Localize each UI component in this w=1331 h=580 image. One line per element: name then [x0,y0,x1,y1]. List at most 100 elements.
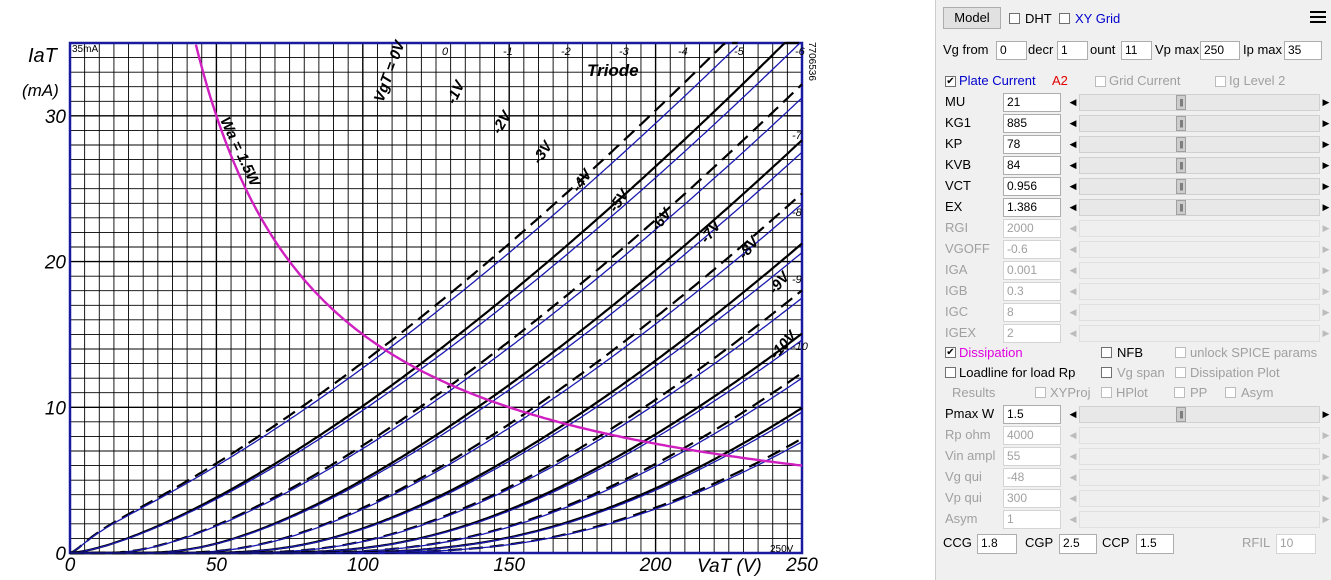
slider-thumb[interactable]: ||| [1176,158,1187,173]
slider-right-arrow-icon[interactable]: ▶ [1320,427,1331,444]
slider-thumb[interactable]: ||| [1176,116,1187,131]
param-slider[interactable]: ◀ ▶ ||| [1067,406,1331,423]
slider-track[interactable] [1079,511,1320,528]
param-slider[interactable]: ◀ ▶ ||| [1067,157,1331,174]
param-input[interactable]: 885 [1003,114,1061,133]
slider-track[interactable] [1079,136,1320,153]
hamburger-menu-icon[interactable] [1310,11,1326,25]
slider-track[interactable] [1079,94,1320,111]
slider-track[interactable] [1079,220,1320,237]
slider-thumb[interactable]: ||| [1176,179,1187,194]
nfb-checkbox[interactable] [1101,347,1112,358]
param-input[interactable]: 1.5 [1003,405,1061,424]
param-slider[interactable]: ◀ ▶ ||| [1067,94,1331,111]
cgp-input[interactable]: 2.5 [1059,534,1097,554]
param-slider[interactable]: ◀ ▶ [1067,427,1331,444]
slider-track[interactable] [1079,325,1320,342]
slider-right-arrow-icon[interactable]: ▶ [1320,178,1331,195]
slider-track[interactable] [1079,469,1320,486]
param-input[interactable]: 0.956 [1003,177,1061,196]
slider-left-arrow-icon[interactable]: ◀ [1067,199,1079,216]
slider-left-arrow-icon[interactable]: ◀ [1067,448,1079,465]
param-input[interactable]: 21 [1003,93,1061,112]
param-input[interactable]: 8 [1003,303,1061,322]
dht-checkbox[interactable] [1009,13,1020,24]
slider-right-arrow-icon[interactable]: ▶ [1320,115,1331,132]
slider-right-arrow-icon[interactable]: ▶ [1320,199,1331,216]
slider-track[interactable] [1079,427,1320,444]
param-slider[interactable]: ◀ ▶ [1067,469,1331,486]
slider-left-arrow-icon[interactable]: ◀ [1067,220,1079,237]
param-input[interactable]: 84 [1003,156,1061,175]
param-slider[interactable]: ◀ ▶ [1067,220,1331,237]
plate-current-checkbox[interactable]: ✔ [945,76,956,87]
param-slider[interactable]: ◀ ▶ [1067,325,1331,342]
slider-track[interactable] [1079,115,1320,132]
slider-left-arrow-icon[interactable]: ◀ [1067,406,1079,423]
hplot-checkbox[interactable] [1101,387,1112,398]
slider-track[interactable] [1079,199,1320,216]
slider-track[interactable] [1079,406,1320,423]
vg-span-checkbox[interactable] [1101,367,1112,378]
param-input[interactable]: 78 [1003,135,1061,154]
slider-left-arrow-icon[interactable]: ◀ [1067,178,1079,195]
slider-left-arrow-icon[interactable]: ◀ [1067,469,1079,486]
param-slider[interactable]: ◀ ▶ [1067,283,1331,300]
loadline-checkbox[interactable] [945,367,956,378]
param-slider[interactable]: ◀ ▶ [1067,241,1331,258]
slider-left-arrow-icon[interactable]: ◀ [1067,304,1079,321]
slider-track[interactable] [1079,490,1320,507]
param-slider[interactable]: ◀ ▶ ||| [1067,115,1331,132]
param-input[interactable]: 0.3 [1003,282,1061,301]
vp-max-input[interactable]: 250 [1200,41,1240,60]
slider-right-arrow-icon[interactable]: ▶ [1320,448,1331,465]
model-button[interactable]: Model [943,7,1001,29]
slider-left-arrow-icon[interactable]: ◀ [1067,325,1079,342]
slider-left-arrow-icon[interactable]: ◀ [1067,262,1079,279]
slider-right-arrow-icon[interactable]: ▶ [1320,136,1331,153]
slider-right-arrow-icon[interactable]: ▶ [1320,490,1331,507]
param-input[interactable]: 300 [1003,489,1061,508]
slider-right-arrow-icon[interactable]: ▶ [1320,157,1331,174]
slider-right-arrow-icon[interactable]: ▶ [1320,325,1331,342]
param-input[interactable]: -48 [1003,468,1061,487]
param-slider[interactable]: ◀ ▶ [1067,490,1331,507]
slider-left-arrow-icon[interactable]: ◀ [1067,490,1079,507]
slider-track[interactable] [1079,241,1320,258]
pp-checkbox[interactable] [1174,387,1185,398]
ccp-input[interactable]: 1.5 [1136,534,1174,554]
slider-left-arrow-icon[interactable]: ◀ [1067,136,1079,153]
slider-right-arrow-icon[interactable]: ▶ [1320,406,1331,423]
slider-track[interactable] [1079,262,1320,279]
ccg-input[interactable]: 1.8 [977,534,1017,554]
slider-track[interactable] [1079,283,1320,300]
param-slider[interactable]: ◀ ▶ ||| [1067,199,1331,216]
grid-current-checkbox[interactable] [1095,76,1106,87]
slider-left-arrow-icon[interactable]: ◀ [1067,157,1079,174]
ip-max-input[interactable]: 35 [1284,41,1322,60]
slider-track[interactable] [1079,448,1320,465]
slider-right-arrow-icon[interactable]: ▶ [1320,511,1331,528]
param-slider[interactable]: ◀ ▶ ||| [1067,178,1331,195]
ig-level-checkbox[interactable] [1215,76,1226,87]
slider-right-arrow-icon[interactable]: ▶ [1320,94,1331,111]
vg-from-input[interactable]: 0 [996,41,1027,60]
count-input[interactable]: 11 [1121,41,1152,60]
rfil-input[interactable]: 10 [1276,534,1316,554]
slider-right-arrow-icon[interactable]: ▶ [1320,304,1331,321]
param-slider[interactable]: ◀ ▶ ||| [1067,136,1331,153]
slider-track[interactable] [1079,157,1320,174]
slider-right-arrow-icon[interactable]: ▶ [1320,283,1331,300]
param-slider[interactable]: ◀ ▶ [1067,448,1331,465]
xyproj-checkbox[interactable] [1035,387,1046,398]
dissipation-checkbox[interactable]: ✔ [945,347,956,358]
slider-left-arrow-icon[interactable]: ◀ [1067,241,1079,258]
slider-left-arrow-icon[interactable]: ◀ [1067,283,1079,300]
param-slider[interactable]: ◀ ▶ [1067,262,1331,279]
slider-thumb[interactable]: ||| [1176,95,1187,110]
param-input[interactable]: 1 [1003,510,1061,529]
slider-thumb[interactable]: ||| [1176,407,1187,422]
param-input[interactable]: 1.386 [1003,198,1061,217]
decr-input[interactable]: 1 [1057,41,1088,60]
slider-right-arrow-icon[interactable]: ▶ [1320,220,1331,237]
